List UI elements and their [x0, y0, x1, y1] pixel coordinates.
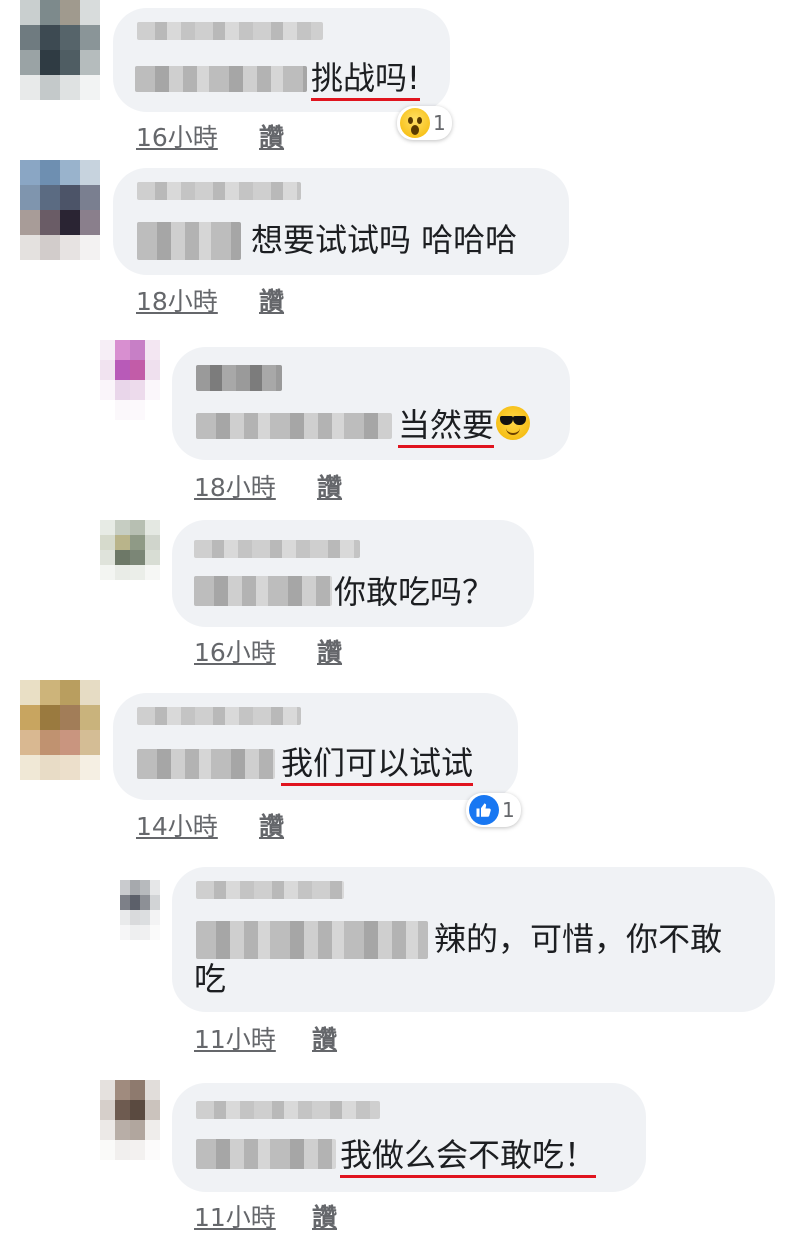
avatar[interactable]	[20, 680, 100, 780]
wow-icon	[400, 108, 430, 138]
like-button[interactable]: 讚	[317, 633, 342, 669]
comment-bubble: 想要试试吗 哈哈哈	[113, 168, 569, 275]
reaction-count: 1	[502, 798, 515, 822]
author-name-blurred[interactable]	[196, 365, 282, 391]
comment-text-blurred	[196, 1139, 336, 1169]
comment-bubble: 挑战吗!	[113, 8, 450, 112]
comment-text: 挑战吗!	[311, 59, 420, 101]
comment-text-line-2: 吃	[194, 960, 227, 998]
comment-bubble: 我做么会不敢吃！	[172, 1083, 646, 1192]
comment-text-blurred	[196, 921, 428, 959]
comment-text: 我们可以试试	[281, 744, 474, 786]
like-button[interactable]: 讚	[312, 1198, 337, 1234]
author-name-blurred[interactable]	[137, 707, 301, 725]
comment-text: 当然要	[398, 406, 495, 448]
thumbs-up-icon	[469, 795, 499, 825]
comment-text-line-1: 辣的，可惜，你不敢	[434, 920, 723, 958]
avatar[interactable]	[100, 1080, 160, 1160]
like-button[interactable]: 讚	[259, 807, 284, 843]
like-button[interactable]: 讚	[259, 282, 284, 318]
author-name-blurred[interactable]	[137, 22, 323, 40]
sunglasses-face-emoji	[496, 406, 531, 440]
comment-text: 我做么会不敢吃！	[340, 1136, 597, 1178]
comment-text-blurred	[137, 749, 275, 779]
comment-bubble: 我们可以试试	[113, 693, 518, 800]
comment-bubble: 你敢吃吗？	[172, 520, 534, 627]
reaction-badge[interactable]: 1	[466, 793, 521, 827]
comment-text: 你敢吃吗？	[334, 573, 495, 611]
author-name-blurred[interactable]	[196, 881, 344, 899]
comment-text-blurred	[196, 413, 392, 439]
like-button[interactable]: 讚	[312, 1020, 337, 1056]
avatar[interactable]	[100, 340, 160, 420]
comment-text: 想要试试吗 哈哈哈	[251, 221, 518, 259]
author-name-blurred[interactable]	[196, 1101, 380, 1119]
avatar[interactable]	[20, 0, 100, 100]
reaction-badge[interactable]: 1	[397, 106, 452, 140]
comment-timestamp[interactable]: 18小時	[194, 468, 276, 504]
comment-timestamp[interactable]: 18小時	[136, 282, 218, 318]
comment-bubble: 辣的，可惜，你不敢 吃	[172, 867, 775, 1012]
comment-timestamp[interactable]: 16小時	[194, 633, 276, 669]
comment-bubble: 当然要	[172, 347, 570, 460]
author-name-blurred[interactable]	[137, 182, 301, 200]
comment-text-blurred	[137, 222, 241, 260]
comment-text-blurred	[135, 66, 307, 92]
comment-timestamp[interactable]: 16小時	[136, 118, 218, 154]
avatar[interactable]	[120, 880, 160, 940]
comment-timestamp[interactable]: 11小時	[194, 1198, 276, 1234]
comment-timestamp[interactable]: 11小時	[194, 1020, 276, 1056]
like-button[interactable]: 讚	[259, 118, 284, 154]
comment-timestamp[interactable]: 14小時	[136, 807, 218, 843]
comment-text-blurred	[194, 576, 332, 606]
like-button[interactable]: 讚	[317, 468, 342, 504]
author-name-blurred[interactable]	[194, 540, 360, 558]
avatar[interactable]	[100, 520, 160, 580]
reaction-count: 1	[433, 111, 446, 135]
avatar[interactable]	[20, 160, 100, 260]
